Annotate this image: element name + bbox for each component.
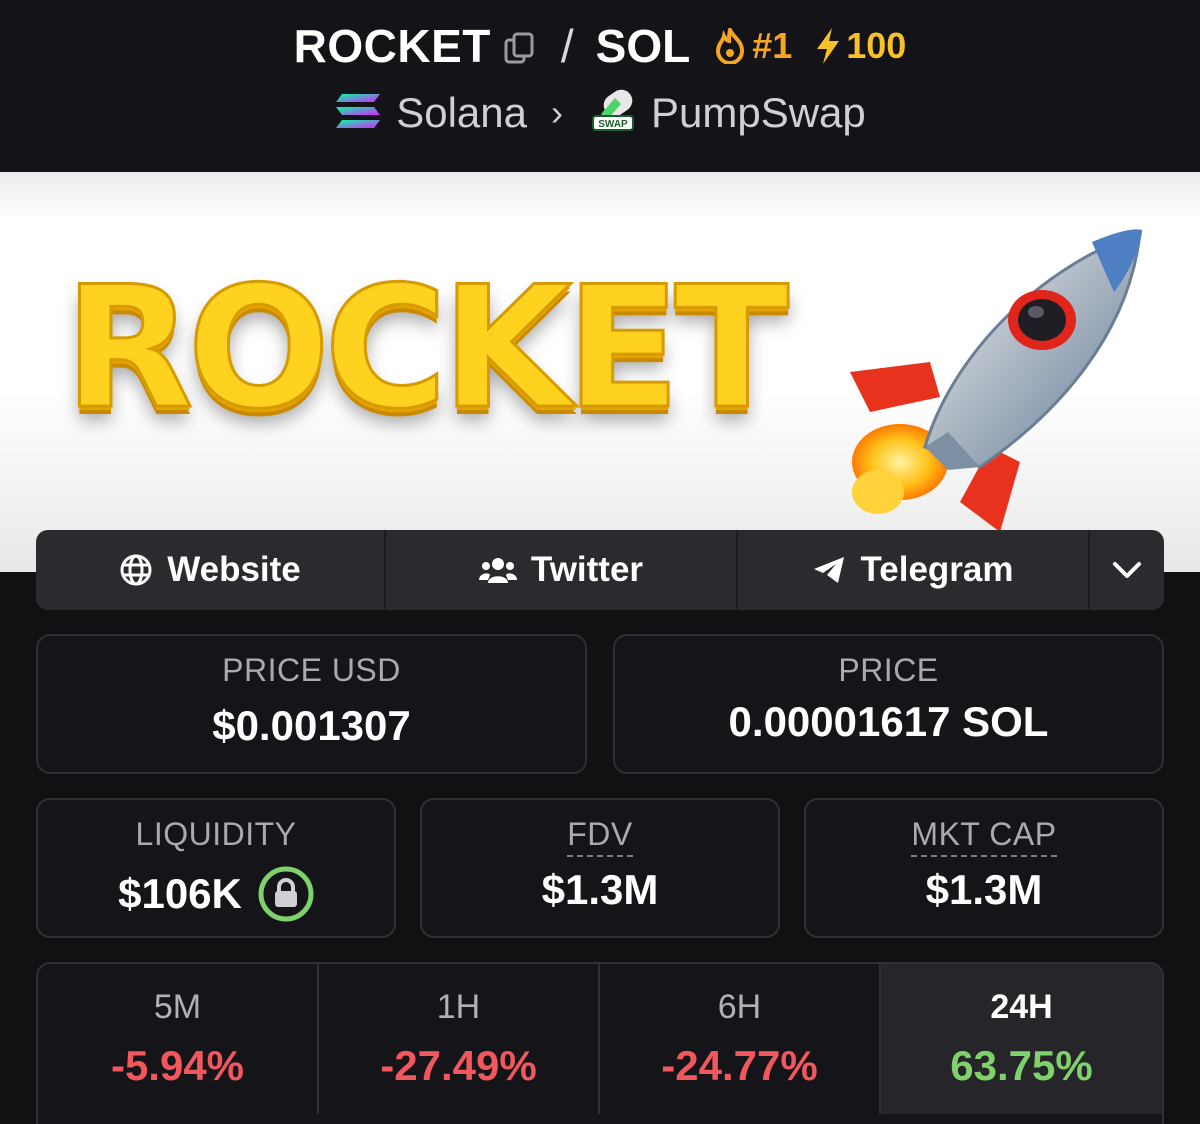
- price-change-timeframes: 5M -5.94% 1H -27.49% 6H -24.77% 24H 63.7…: [36, 962, 1164, 1124]
- fdv-label[interactable]: FDV: [567, 816, 633, 857]
- liquidity-card: LIQUIDITY $106K: [36, 798, 396, 938]
- pumpswap-logo-icon: SWAP: [591, 88, 637, 139]
- liquidity-value: $106K: [118, 870, 242, 917]
- market-cap-value: $1.3M: [925, 866, 1043, 913]
- trending-rank-badge[interactable]: #1: [714, 25, 792, 67]
- twitter-button[interactable]: Twitter: [386, 530, 738, 610]
- timeframe-label: 5M: [153, 988, 202, 1026]
- pumpswap-logo-text: SWAP: [598, 119, 628, 130]
- social-links-bar: Website Twitter Telegram: [36, 530, 1164, 610]
- more-links-button[interactable]: [1090, 530, 1164, 610]
- telegram-button[interactable]: Telegram: [738, 530, 1090, 610]
- token-banner: ROCKET: [0, 172, 1200, 572]
- price-usd-value: $0.001307: [212, 702, 411, 749]
- lightning-icon: [817, 28, 840, 64]
- chevron-right-icon: ›: [551, 92, 563, 133]
- boost-badge[interactable]: 100: [814, 25, 906, 67]
- rocket-illustration: [850, 229, 1142, 532]
- price-native-label: PRICE: [838, 652, 939, 688]
- liquidity-label: LIQUIDITY: [135, 816, 297, 852]
- timeframe-change: -24.77%: [661, 1042, 818, 1089]
- price-native-card: PRICE 0.00001617 SOL: [613, 634, 1164, 774]
- boost-count: 100: [846, 25, 907, 66]
- trending-rank: #1: [752, 25, 793, 66]
- paper-plane-icon: [814, 557, 845, 583]
- copy-icon[interactable]: [503, 31, 537, 65]
- pair-title-row: ROCKET / SOL #1 100: [0, 18, 1200, 74]
- solana-logo-icon: [334, 92, 382, 135]
- price-usd-card: PRICE USD $0.001307: [36, 634, 587, 774]
- dex-link[interactable]: PumpSwap: [651, 89, 866, 137]
- timeframe-6h[interactable]: 6H -24.77%: [600, 964, 881, 1114]
- timeframe-1h[interactable]: 1H -27.49%: [319, 964, 600, 1114]
- lock-icon[interactable]: [258, 866, 314, 922]
- users-icon: [478, 558, 517, 583]
- telegram-label: Telegram: [860, 550, 1014, 589]
- chain-link[interactable]: Solana: [396, 89, 527, 137]
- market-cap-card: MKT CAP $1.3M: [804, 798, 1164, 938]
- timeframe-24h[interactable]: 24H 63.75%: [881, 964, 1162, 1114]
- globe-icon: [120, 554, 152, 586]
- twitter-label: Twitter: [530, 550, 644, 589]
- timeframe-change: -5.94%: [110, 1042, 245, 1089]
- banner-title: ROCKET: [62, 249, 790, 448]
- breadcrumb: Solana › SWAP PumpSwap: [0, 86, 1200, 140]
- timeframe-change: -27.49%: [380, 1042, 537, 1089]
- fdv-value: $1.3M: [541, 866, 659, 913]
- website-label: Website: [167, 550, 301, 589]
- pair-header: ROCKET / SOL #1 100 Solana › SWAP PumpSw…: [0, 0, 1200, 172]
- fdv-card: FDV $1.3M: [420, 798, 780, 938]
- quote-token-symbol: SOL: [595, 20, 691, 72]
- chevron-down-icon: [1113, 562, 1141, 578]
- pair-separator: /: [560, 20, 574, 72]
- timeframe-label: 1H: [436, 988, 481, 1026]
- flame-icon: [716, 28, 745, 64]
- base-token-symbol: ROCKET: [293, 20, 491, 72]
- price-native-value: 0.00001617 SOL: [728, 698, 1049, 745]
- timeframe-label: 24H: [990, 988, 1053, 1026]
- timeframe-label: 6H: [717, 988, 762, 1026]
- price-usd-label: PRICE USD: [222, 652, 401, 688]
- timeframe-5m[interactable]: 5M -5.94%: [38, 964, 319, 1114]
- market-cap-label[interactable]: MKT CAP: [911, 816, 1057, 857]
- website-button[interactable]: Website: [36, 530, 386, 610]
- timeframe-change: 63.75%: [950, 1042, 1093, 1089]
